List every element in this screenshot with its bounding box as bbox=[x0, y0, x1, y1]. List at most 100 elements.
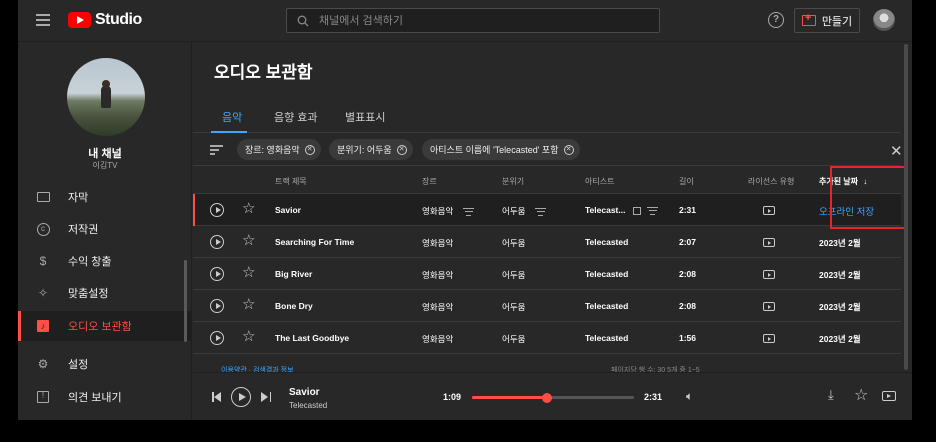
filter-chip-label: 아티스트 이름에 'Telecasted' 포함 bbox=[430, 145, 559, 155]
sidebar-item-settings[interactable]: ⚙ 설정 bbox=[18, 349, 192, 379]
progress-fill bbox=[472, 396, 547, 399]
star-icon[interactable]: ☆ bbox=[242, 201, 255, 216]
play-icon[interactable] bbox=[210, 267, 224, 281]
tab-music[interactable]: 음악 bbox=[222, 109, 242, 125]
sidebar-item-customization[interactable]: ✧ 맞춤설정 bbox=[18, 278, 192, 308]
column-header-label: 추가된 날짜 bbox=[819, 177, 859, 186]
subtitles-icon bbox=[36, 190, 50, 204]
table-row[interactable]: ☆ Savior 영화음악 어두움 Telecast... 2:31 오프라인 … bbox=[193, 194, 901, 226]
remove-filter-icon[interactable]: ✕ bbox=[304, 144, 315, 155]
create-button-label: 만들기 bbox=[821, 15, 853, 28]
studio-app: Studio ? 만들기 내 채널 이김TV 자막 c 저작권 $ 수익 창출 bbox=[18, 0, 912, 420]
play-pause-icon[interactable] bbox=[231, 387, 251, 407]
filter-chip-label: 분위기: 어두움 bbox=[337, 145, 392, 155]
column-header-length[interactable]: 길이 bbox=[679, 176, 694, 187]
track-title: Savior bbox=[275, 205, 301, 215]
menu-icon[interactable] bbox=[36, 14, 50, 26]
column-header-date-added[interactable]: 추가된 날짜 ↓ bbox=[819, 176, 867, 187]
account-avatar[interactable] bbox=[873, 9, 895, 31]
star-icon[interactable]: ☆ bbox=[242, 233, 255, 248]
play-icon[interactable] bbox=[210, 331, 224, 345]
track-genre: 영화음악 bbox=[422, 270, 454, 280]
artist-filter-icon[interactable] bbox=[647, 206, 659, 215]
youtube-license-icon bbox=[763, 206, 775, 215]
track-mood: 어두움 bbox=[502, 238, 526, 248]
track-title: The Last Goodbye bbox=[275, 333, 350, 343]
download-icon[interactable]: ⤓ bbox=[828, 387, 834, 403]
create-video-icon bbox=[801, 12, 816, 26]
main-content: 오디오 보관함 음악 음향 효과 별표표시 장르: 영화음악 ✕ 분위기: 어두… bbox=[193, 42, 912, 420]
audio-player-bar: Savior Telecasted 1:09 2:31 🔈︎ ⤓ ☆ bbox=[193, 372, 912, 420]
star-icon[interactable]: ☆ bbox=[854, 385, 868, 405]
sidebar-item-label: 의견 보내기 bbox=[68, 392, 122, 404]
table-header: 트랙 제목 장르 분위기 아티스트 길이 라이선스 유형 추가된 날짜 ↓ bbox=[193, 166, 901, 194]
table-row[interactable]: ☆ Big River 영화음악 어두움 Telecasted 2:08 202… bbox=[193, 258, 901, 290]
sidebar: 내 채널 이김TV 자막 c 저작권 $ 수익 창출 ✧ 맞춤설정 ♪ 오디오 … bbox=[18, 42, 192, 420]
track-title: Searching For Time bbox=[275, 237, 355, 247]
youtube-license-icon[interactable] bbox=[882, 391, 896, 401]
column-header-title[interactable]: 트랙 제목 bbox=[275, 176, 307, 187]
star-icon[interactable]: ☆ bbox=[242, 297, 255, 312]
progress-slider[interactable] bbox=[472, 392, 634, 403]
next-track-icon[interactable] bbox=[261, 392, 271, 402]
main-scrollbar[interactable] bbox=[904, 44, 908, 370]
column-header-mood[interactable]: 분위기 bbox=[502, 176, 524, 187]
sidebar-item-copyright[interactable]: c 저작권 bbox=[18, 214, 192, 244]
star-icon[interactable]: ☆ bbox=[242, 329, 255, 344]
remove-filter-icon[interactable]: ✕ bbox=[396, 144, 407, 155]
star-icon[interactable]: ☆ bbox=[242, 265, 255, 280]
track-artist: Telecasted bbox=[585, 333, 629, 343]
clear-filters-icon[interactable]: ✕ bbox=[890, 142, 903, 160]
table-row[interactable]: ☆ Bone Dry 영화음악 어두움 Telecasted 2:08 2023… bbox=[193, 290, 901, 322]
track-date-added: 2023년 2월 bbox=[819, 334, 861, 344]
save-offline-link[interactable]: 오프라인 저장 bbox=[819, 204, 874, 218]
tab-sound-effects[interactable]: 음향 효과 bbox=[274, 109, 318, 125]
play-icon[interactable] bbox=[210, 235, 224, 249]
filter-chip-mood[interactable]: 분위기: 어두움 ✕ bbox=[329, 139, 413, 160]
filter-chip-label: 장르: 영화음악 bbox=[245, 145, 300, 155]
channel-avatar[interactable] bbox=[67, 58, 145, 136]
filter-icon[interactable] bbox=[210, 145, 223, 155]
track-genre: 영화음악 bbox=[422, 334, 454, 344]
top-bar: Studio ? 만들기 bbox=[18, 0, 912, 42]
track-date-added: 2023년 2월 bbox=[819, 302, 861, 312]
track-length: 2:07 bbox=[679, 237, 697, 247]
external-link-icon[interactable] bbox=[633, 206, 642, 215]
track-date-added: 2023년 2월 bbox=[819, 270, 861, 280]
sidebar-item-audio-library[interactable]: ♪ 오디오 보관함 bbox=[18, 311, 192, 341]
progress-handle[interactable] bbox=[541, 392, 552, 403]
create-button[interactable]: 만들기 bbox=[794, 8, 860, 33]
table-row[interactable]: ☆ Searching For Time 영화음악 어두움 Telecasted… bbox=[193, 226, 901, 258]
volume-icon[interactable]: 🔈︎ bbox=[686, 389, 693, 404]
logo-text: Studio bbox=[95, 11, 142, 28]
sidebar-item-feedback[interactable]: ! 의견 보내기 bbox=[18, 382, 192, 412]
studio-logo[interactable]: Studio bbox=[68, 11, 142, 29]
magic-wand-icon: ✧ bbox=[37, 286, 49, 300]
play-icon[interactable] bbox=[210, 203, 224, 217]
sidebar-item-subtitles[interactable]: 자막 bbox=[18, 182, 192, 212]
sidebar-item-monetization[interactable]: $ 수익 창출 bbox=[18, 246, 192, 276]
track-mood: 어두움 bbox=[502, 302, 526, 312]
search-input[interactable] bbox=[319, 14, 639, 27]
search-box[interactable] bbox=[286, 8, 660, 33]
sidebar-scrollbar[interactable] bbox=[184, 260, 187, 342]
tab-starred[interactable]: 별표표시 bbox=[345, 109, 385, 125]
genre-filter-icon[interactable] bbox=[463, 207, 475, 216]
column-header-genre[interactable]: 장르 bbox=[422, 176, 437, 187]
track-title: Bone Dry bbox=[275, 301, 313, 311]
table-row[interactable]: ☆ The Last Goodbye 영화음악 어두움 Telecasted 1… bbox=[193, 322, 901, 354]
column-header-artist[interactable]: 아티스트 bbox=[585, 176, 614, 187]
track-artist: Telecasted bbox=[585, 301, 629, 311]
previous-track-icon[interactable] bbox=[212, 392, 222, 402]
play-icon[interactable] bbox=[210, 299, 224, 313]
sidebar-item-label: 설정 bbox=[68, 359, 89, 371]
feedback-icon: ! bbox=[36, 390, 50, 404]
help-icon[interactable]: ? bbox=[768, 12, 784, 28]
remove-filter-icon[interactable]: ✕ bbox=[563, 144, 574, 155]
filter-chip-genre[interactable]: 장르: 영화음악 ✕ bbox=[237, 139, 321, 160]
track-mood: 어두움 bbox=[502, 270, 526, 280]
sidebar-item-label: 저작권 bbox=[68, 224, 99, 236]
filter-chip-artist[interactable]: 아티스트 이름에 'Telecasted' 포함 ✕ bbox=[422, 139, 580, 160]
column-header-license[interactable]: 라이선스 유형 bbox=[748, 176, 794, 187]
mood-filter-icon[interactable] bbox=[535, 207, 547, 216]
